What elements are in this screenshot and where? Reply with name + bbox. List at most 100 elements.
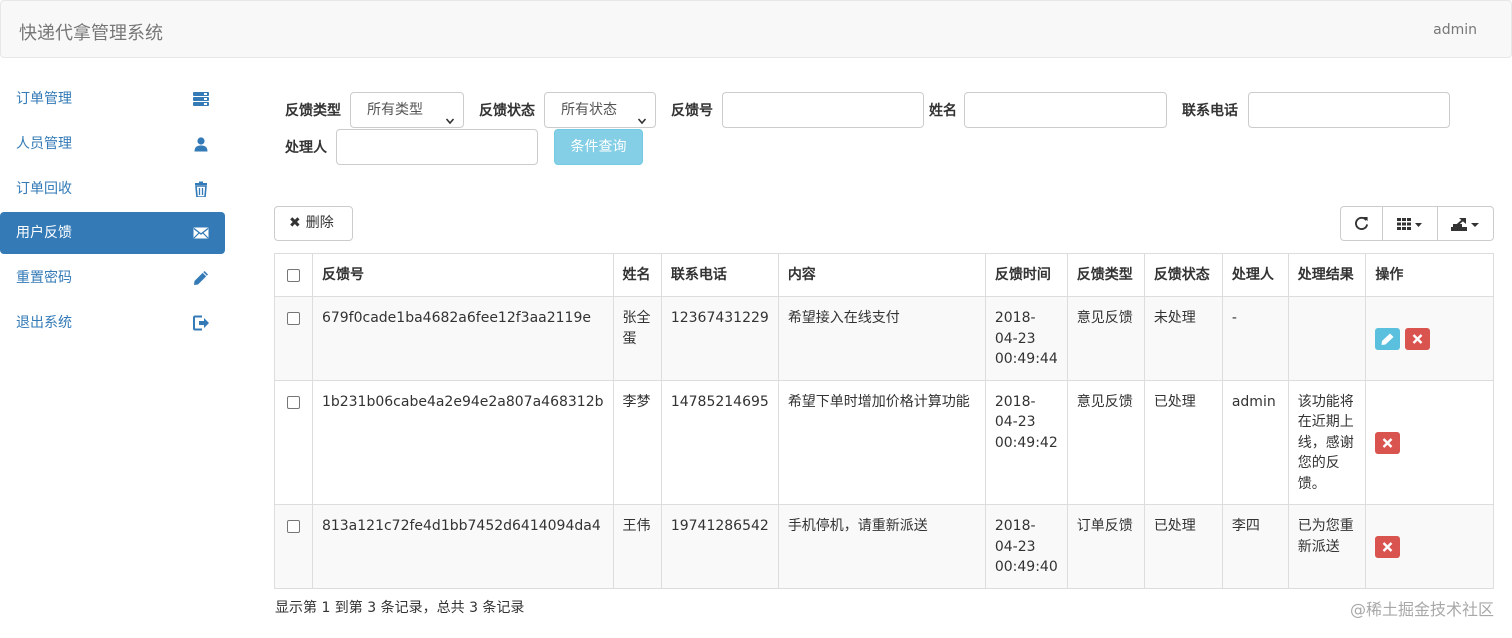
- sidebar-item-orders[interactable]: 订单管理: [0, 78, 225, 120]
- row-checkbox[interactable]: [286, 520, 300, 533]
- handler-cell: 李四: [1221, 504, 1289, 589]
- app-title[interactable]: 快递代拿管理系统: [19, 19, 163, 45]
- th-icon: [1397, 217, 1423, 231]
- delete-button[interactable]: ✖ 删除: [274, 206, 353, 241]
- remove-button[interactable]: [1375, 535, 1401, 558]
- type-cell: 订单反馈: [1066, 504, 1145, 589]
- table-row: 813a121c72fe4d1bb7452d6414094da4 王伟 1974…: [274, 504, 1494, 589]
- column-header[interactable]: 反馈号: [311, 253, 614, 297]
- table-row: 679f0cade1ba4682a6fee12f3aa2119e 张全蛋 123…: [274, 296, 1494, 381]
- column-header[interactable]: 姓名: [612, 253, 662, 297]
- feedback-type-label: 反馈类型: [285, 103, 341, 119]
- phone-input[interactable]: [1248, 92, 1450, 128]
- actions-cell: [1365, 296, 1494, 381]
- result-cell: 该功能将在近期上线，感谢您的反馈。: [1287, 379, 1367, 505]
- feedback-type-select[interactable]: 所有类型: [350, 92, 464, 128]
- logout-icon: [193, 315, 209, 331]
- sidebar-item-staff[interactable]: 人员管理: [0, 123, 225, 165]
- row-checkbox[interactable]: [286, 395, 300, 409]
- status-cell: 已处理: [1143, 504, 1223, 589]
- result-cell: [1287, 296, 1367, 381]
- time-cell: 2018-04-23 00:49:40: [984, 504, 1068, 589]
- column-header[interactable]: 反馈时间: [984, 253, 1068, 297]
- status-cell: 未处理: [1143, 296, 1223, 381]
- feedback-type-value: 所有类型: [367, 102, 423, 118]
- tasks-icon: [193, 91, 209, 107]
- phone-label: 联系电话: [1182, 103, 1238, 119]
- row-select-cell: [274, 504, 313, 589]
- column-header[interactable]: 联系电话: [660, 253, 779, 297]
- export-button[interactable]: [1438, 207, 1493, 240]
- edit-button[interactable]: [1375, 327, 1401, 350]
- column-header[interactable]: 内容: [777, 253, 986, 297]
- envelope-icon: [193, 225, 209, 241]
- table-header-row: 反馈号 姓名 联系电话 内容 反馈时间 反馈类型 反馈状态 处理人 处理结果 操…: [274, 253, 1494, 297]
- pencil-icon: [193, 270, 209, 286]
- feedback-status-select[interactable]: 所有状态: [544, 92, 656, 128]
- feedback-id-cell: 813a121c72fe4d1bb7452d6414094da4: [311, 504, 614, 589]
- export-icon: [1450, 216, 1481, 232]
- select-all-checkbox[interactable]: [286, 269, 300, 282]
- refresh-icon: [1354, 216, 1369, 231]
- time-cell: 2018-04-23 00:49:44: [984, 296, 1068, 381]
- row-checkbox[interactable]: [286, 312, 300, 325]
- sidebar-item-label: 订单管理: [16, 91, 72, 107]
- name-cell: 王伟: [612, 504, 662, 589]
- row-select-cell: [274, 379, 313, 505]
- content-cell: 希望下单时增加价格计算功能: [777, 379, 986, 505]
- query-button[interactable]: 条件查询: [554, 129, 643, 165]
- column-header[interactable]: 处理结果: [1287, 253, 1367, 297]
- row-select-cell: [274, 296, 313, 381]
- handler-input[interactable]: [336, 129, 538, 165]
- sidebar-nav: 订单管理 人员管理 订单回收 用户反馈 重置密码 退出系统: [0, 78, 225, 347]
- name-input[interactable]: [964, 92, 1167, 128]
- column-header[interactable]: 处理人: [1221, 253, 1289, 297]
- table-toolbar: [1340, 206, 1494, 241]
- feedback-table: 反馈号 姓名 联系电话 内容 反馈时间 反馈类型 反馈状态 处理人 处理结果 操…: [274, 253, 1494, 589]
- remove-button[interactable]: [1405, 327, 1431, 350]
- sidebar-item-feedback[interactable]: 用户反馈: [0, 212, 225, 255]
- phone-cell: 14785214695: [660, 379, 779, 505]
- user-icon: [193, 136, 209, 152]
- current-user[interactable]: admin: [1433, 22, 1477, 38]
- feedback-id-cell: 1b231b06cabe4a2e94e2a807a468312b: [311, 379, 614, 505]
- sidebar-item-logout[interactable]: 退出系统: [0, 302, 225, 344]
- sidebar-item-label: 退出系统: [16, 314, 72, 331]
- handler-label: 处理人: [285, 140, 327, 156]
- phone-cell: 12367431229: [660, 296, 779, 381]
- actions-cell: [1365, 379, 1494, 505]
- name-cell: 张全蛋: [612, 296, 662, 381]
- sidebar-item-reset-password[interactable]: 重置密码: [0, 257, 225, 299]
- feedback-id-input[interactable]: [722, 92, 924, 128]
- top-navbar: 快递代拿管理系统 admin: [0, 0, 1512, 58]
- phone-cell: 19741286542: [660, 504, 779, 589]
- feedback-id-cell: 679f0cade1ba4682a6fee12f3aa2119e: [311, 296, 614, 381]
- actions-cell: [1365, 504, 1494, 589]
- column-header[interactable]: 操作: [1365, 253, 1494, 297]
- sidebar-item-recycle[interactable]: 订单回收: [0, 168, 225, 210]
- watermark: @稀土掘金技术社区: [1349, 600, 1494, 619]
- time-cell: 2018-04-23 00:49:42: [984, 379, 1068, 505]
- column-header[interactable]: 反馈类型: [1066, 253, 1145, 297]
- delete-button-label: 删除: [305, 215, 334, 231]
- result-cell: 已为您重新派送: [1287, 504, 1367, 589]
- chevron-down-icon: [445, 105, 455, 125]
- content-cell: 手机停机，请重新派送: [777, 504, 986, 589]
- name-label: 姓名: [929, 103, 957, 119]
- sidebar-item-label: 订单回收: [16, 180, 72, 197]
- content-cell: 希望接入在线支付: [777, 296, 986, 381]
- handler-cell: -: [1221, 296, 1289, 381]
- sidebar-item-label: 人员管理: [16, 135, 72, 152]
- close-icon: [1383, 541, 1393, 552]
- column-header[interactable]: 反馈状态: [1143, 253, 1223, 297]
- type-cell: 意见反馈: [1066, 379, 1145, 505]
- feedback-status-value: 所有状态: [561, 102, 617, 118]
- feedback-status-label: 反馈状态: [479, 103, 535, 119]
- refresh-button[interactable]: [1341, 207, 1383, 240]
- pagination-info: 显示第 1 到第 3 条记录，总共 3 条记录: [275, 600, 525, 616]
- pencil-icon: [1381, 333, 1394, 345]
- sidebar-item-label: 用户反馈: [16, 225, 72, 242]
- columns-toggle-button[interactable]: [1383, 207, 1438, 240]
- sidebar-item-label: 重置密码: [16, 270, 72, 287]
- remove-button[interactable]: [1375, 431, 1401, 454]
